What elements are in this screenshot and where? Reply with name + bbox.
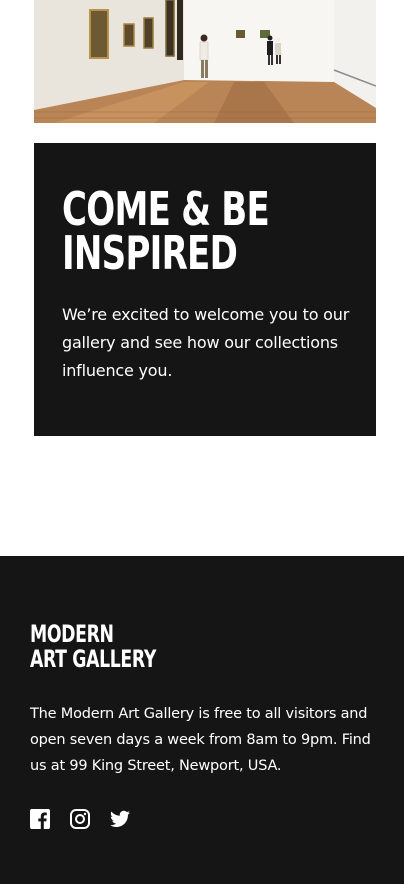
logo-line-2: ART GALLERY <box>30 645 157 673</box>
instagram-icon[interactable] <box>70 808 90 830</box>
facebook-icon[interactable] <box>30 808 50 830</box>
site-logo[interactable]: MODERN ART GALLERY <box>30 622 156 672</box>
twitter-icon[interactable] <box>110 808 130 830</box>
footer: MODERN ART GALLERY The Modern Art Galler… <box>0 556 404 884</box>
card-heading: COME & BE INSPIRED <box>62 182 270 280</box>
social-links <box>30 808 130 830</box>
intro-card: COME & BE INSPIRED We’re excited to welc… <box>34 143 376 436</box>
footer-description: The Modern Art Gallery is free to all vi… <box>30 706 371 774</box>
card-description: We’re excited to welcome you to our gall… <box>62 305 350 380</box>
gallery-photo <box>34 0 376 123</box>
logo-line-1: MODERN <box>30 620 114 648</box>
page: COME & BE INSPIRED We’re excited to welc… <box>0 0 404 884</box>
